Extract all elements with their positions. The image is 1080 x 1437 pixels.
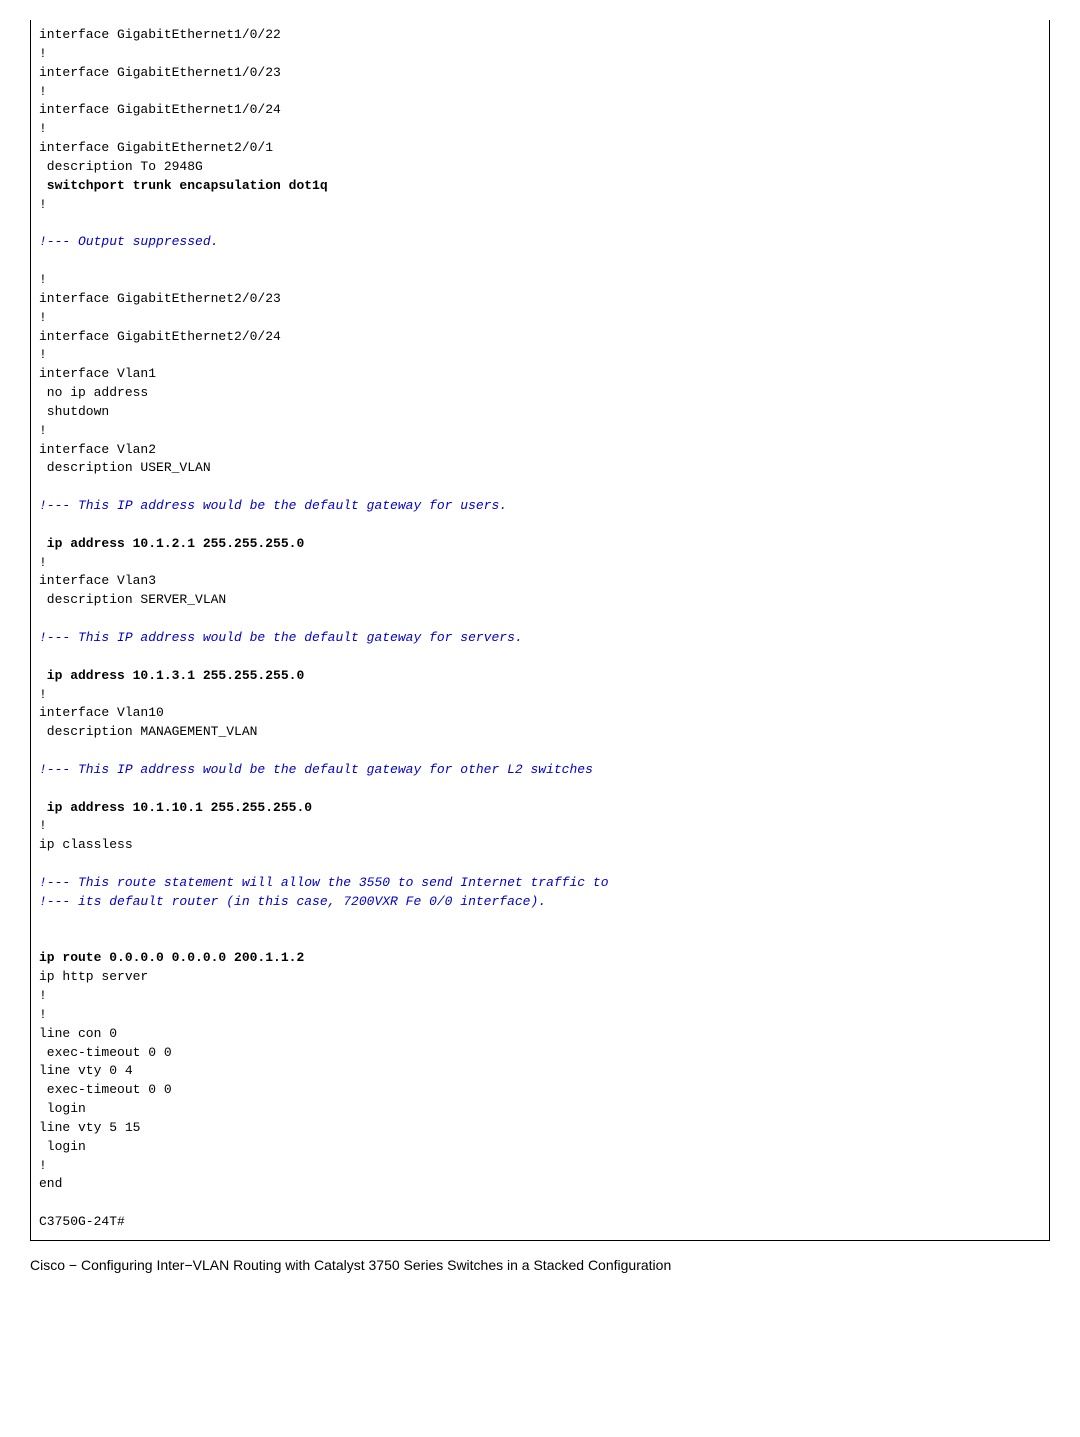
code-line: login xyxy=(39,1101,86,1116)
code-comment: !--- This IP address would be the defaul… xyxy=(39,498,507,513)
code-line: description MANAGEMENT_VLAN xyxy=(39,724,257,739)
code-line: interface GigabitEthernet2/0/1 xyxy=(39,140,273,155)
code-line-bold: switchport trunk encapsulation dot1q xyxy=(39,178,328,193)
code-line: ! xyxy=(39,84,47,99)
code-line: ! xyxy=(39,555,47,570)
code-line: interface Vlan10 xyxy=(39,705,164,720)
code-line-bold: ip address 10.1.2.1 255.255.255.0 xyxy=(39,536,304,551)
code-line: ! xyxy=(39,1007,47,1022)
code-line: ip http server xyxy=(39,969,148,984)
code-line: interface GigabitEthernet2/0/23 xyxy=(39,291,281,306)
code-line: ! xyxy=(39,46,47,61)
code-line: ! xyxy=(39,197,47,212)
code-line: interface Vlan2 xyxy=(39,442,156,457)
code-line: no ip address xyxy=(39,385,148,400)
code-line: line con 0 xyxy=(39,1026,117,1041)
code-line: ! xyxy=(39,121,47,136)
code-line: line vty 0 4 xyxy=(39,1063,133,1078)
code-line: end xyxy=(39,1176,62,1191)
code-comment: !--- its default router (in this case, 7… xyxy=(39,894,546,909)
code-line: description To 2948G xyxy=(39,159,203,174)
code-line: description SERVER_VLAN xyxy=(39,592,226,607)
code-line: ! xyxy=(39,818,47,833)
code-line: C3750G-24T# xyxy=(39,1214,125,1229)
code-line-bold: ip address 10.1.10.1 255.255.255.0 xyxy=(39,800,312,815)
code-line: exec-timeout 0 0 xyxy=(39,1082,172,1097)
code-comment: !--- Output suppressed. xyxy=(39,234,218,249)
code-line: login xyxy=(39,1139,86,1154)
code-line-bold: ip route 0.0.0.0 0.0.0.0 200.1.1.2 xyxy=(39,950,304,965)
page-footer: Cisco − Configuring Inter−VLAN Routing w… xyxy=(30,1255,1050,1275)
code-comment: !--- This IP address would be the defaul… xyxy=(39,762,593,777)
code-line-bold: ip address 10.1.3.1 255.255.255.0 xyxy=(39,668,304,683)
code-comment: !--- This route statement will allow the… xyxy=(39,875,616,890)
code-line: interface GigabitEthernet2/0/24 xyxy=(39,329,281,344)
code-line: ! xyxy=(39,310,47,325)
code-line: line vty 5 15 xyxy=(39,1120,140,1135)
code-line: ! xyxy=(39,988,47,1003)
code-line: shutdown xyxy=(39,404,109,419)
code-line: ! xyxy=(39,1158,47,1173)
code-line: interface GigabitEthernet1/0/23 xyxy=(39,65,281,80)
config-code-block: interface GigabitEthernet1/0/22 ! interf… xyxy=(30,20,1050,1241)
code-line: ! xyxy=(39,347,47,362)
code-line: exec-timeout 0 0 xyxy=(39,1045,172,1060)
code-comment: !--- This IP address would be the defaul… xyxy=(39,630,523,645)
code-line: ! xyxy=(39,423,47,438)
code-line: interface GigabitEthernet1/0/24 xyxy=(39,102,281,117)
code-line: ip classless xyxy=(39,837,133,852)
code-line: interface Vlan1 xyxy=(39,366,156,381)
code-line: interface GigabitEthernet1/0/22 xyxy=(39,27,281,42)
code-line: interface Vlan3 xyxy=(39,573,156,588)
code-line: ! xyxy=(39,272,47,287)
code-line: ! xyxy=(39,687,47,702)
code-line: description USER_VLAN xyxy=(39,460,211,475)
